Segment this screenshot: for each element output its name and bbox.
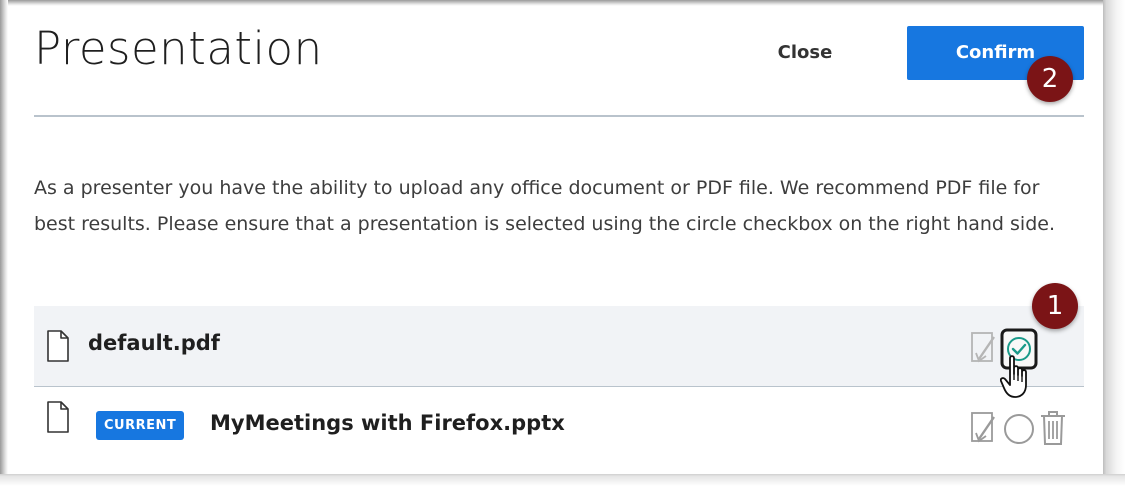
upload-description: As a presenter you have the ability to u… [34, 177, 1055, 235]
download-icon[interactable] [970, 331, 998, 365]
step-2-badge: 2 [1027, 56, 1073, 102]
window-shadow-bottom [0, 474, 1125, 486]
presentation-dialog: Presentation Close Confirm 2 As a presen… [0, 0, 1125, 486]
select-circle-icon[interactable] [1002, 412, 1036, 446]
file-icon [47, 330, 69, 362]
file-row-mymeetings: CURRENT MyMeetings with Firefox.pptx [34, 387, 1084, 467]
hand-pointer-cursor-icon [1000, 355, 1027, 398]
file-name: default.pdf [88, 331, 220, 355]
file-name: MyMeetings with Firefox.pptx [210, 411, 565, 435]
download-icon[interactable] [970, 411, 998, 445]
window-shadow-left [0, 0, 8, 486]
current-badge: CURRENT [96, 411, 185, 440]
window-shadow-right [1103, 0, 1125, 486]
dialog-title: Presentation [34, 22, 323, 75]
file-row-default: default.pdf [34, 306, 1084, 387]
header-divider [34, 115, 1084, 117]
step-1-badge: 1 [1032, 283, 1078, 329]
file-icon [47, 401, 69, 433]
close-button[interactable]: Close [760, 30, 850, 76]
trash-icon[interactable] [1038, 409, 1068, 447]
window-shadow-top [0, 0, 1125, 6]
